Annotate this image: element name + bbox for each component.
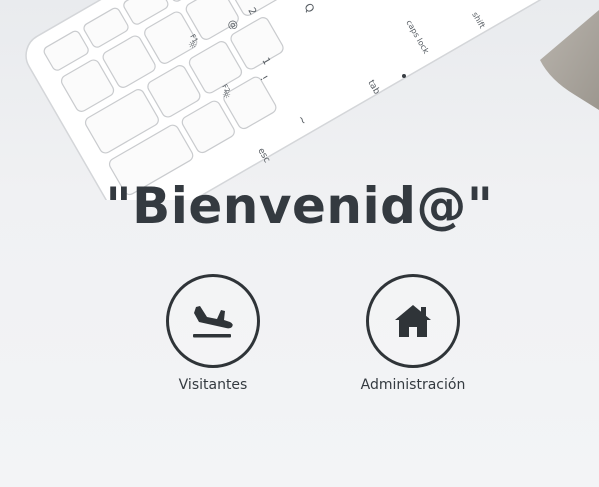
- hero-background: esc ~ 1 ! 2 @ Q tab caps lock shift F1 F…: [0, 0, 599, 487]
- welcome-title: "Bienvenid@": [105, 177, 494, 235]
- administracion-circle-button[interactable]: [366, 274, 460, 368]
- keyboard-photo: esc ~ 1 ! 2 @ Q tab caps lock shift F1 F…: [25, 0, 599, 200]
- administracion-option[interactable]: Administración: [333, 274, 493, 393]
- plane-landing-icon: [193, 306, 233, 338]
- brightness-down-icon: ☼: [188, 40, 197, 51]
- visitantes-label: Visitantes: [178, 377, 248, 393]
- visitantes-option[interactable]: Visitantes: [133, 274, 293, 393]
- visitantes-circle-button[interactable]: [166, 274, 260, 368]
- caps-lock-indicator: [402, 74, 406, 78]
- brightness-up-icon: ☼: [222, 90, 231, 101]
- fabric-corner: [540, 10, 599, 110]
- administracion-label: Administración: [360, 377, 466, 393]
- home-icon: [395, 305, 431, 337]
